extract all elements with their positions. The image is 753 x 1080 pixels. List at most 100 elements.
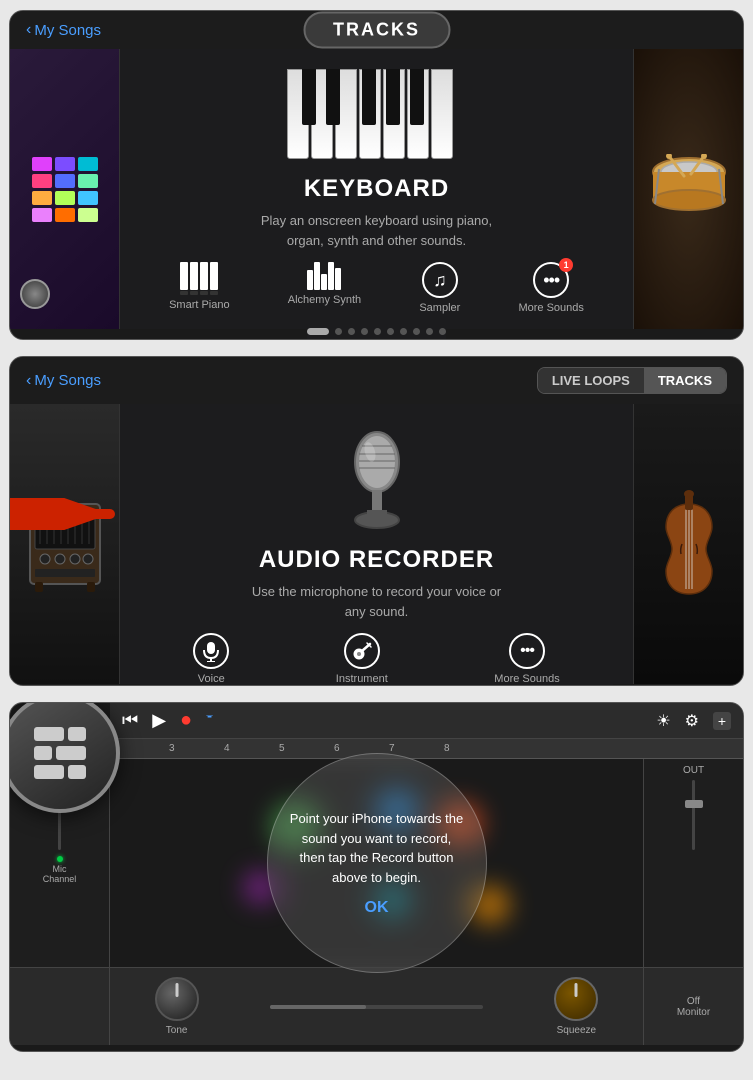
circle-dialog: Point your iPhone towards the sound you …	[268, 789, 486, 937]
dot-10	[439, 328, 446, 335]
dialog-text: Point your iPhone towards the sound you …	[288, 809, 466, 887]
knob-graphic	[20, 279, 50, 309]
play-btn[interactable]: ▶	[152, 710, 166, 731]
dot-1	[307, 328, 329, 335]
bottom-controls: Tone Squeeze OffMonitor	[10, 967, 743, 1045]
panel2-more-sounds-btn[interactable]: ••• More Sounds	[494, 633, 559, 685]
dot-7	[400, 328, 407, 335]
voice-btn[interactable]: Voice	[193, 633, 229, 685]
panel1-content: KEYBOARD Play an onscreen keyboard using…	[10, 49, 743, 329]
chevron-left-icon-2: ‹	[26, 372, 31, 390]
track-bar-long-3	[34, 765, 64, 779]
back-label-1: My Songs	[34, 22, 101, 39]
keyboard-graphic	[287, 69, 467, 159]
panel1-right-thumb[interactable]	[633, 49, 743, 329]
panel-keyboard: ‹ My Songs TRACKS	[9, 10, 744, 340]
panel1-instrument-name: KEYBOARD	[304, 175, 449, 203]
mic-svg	[337, 424, 417, 534]
panel1-center: KEYBOARD Play an onscreen keyboard using…	[120, 49, 633, 329]
black-keys	[287, 69, 424, 125]
more-sounds-btn[interactable]: ••• 1 More Sounds	[518, 262, 583, 314]
ruler-2: 2	[114, 743, 169, 754]
main-track-area: Point your iPhone towards the sound you …	[110, 759, 643, 967]
back-button-1[interactable]: ‹ My Songs	[26, 21, 101, 39]
sampler-icon: ♫	[422, 262, 458, 298]
panel2-right-thumb[interactable]	[633, 404, 743, 684]
tab-live-loops-label: LIVE LOOPS	[552, 373, 630, 388]
bottom-center	[243, 1005, 510, 1009]
tab-tracks[interactable]: TRACKS	[644, 368, 726, 393]
tracks-title-pill: TRACKS	[303, 12, 450, 49]
track-bar-row-2	[34, 746, 86, 760]
badge-count: 1	[559, 258, 573, 272]
voice-label: Voice	[198, 673, 225, 685]
grid-graphic	[32, 157, 98, 222]
track-bar-short	[68, 727, 86, 741]
mic-channel-label: MicChannel	[43, 864, 77, 884]
tracks-main: IN MicChannel Point your iPhone towards …	[10, 759, 743, 967]
sampler-btn[interactable]: ♫ Sampler	[419, 262, 460, 314]
left-thumb-graphic	[10, 49, 119, 329]
back-label-2: My Songs	[34, 372, 101, 389]
panel2-topbar: ‹ My Songs LIVE LOOPS TRACKS	[10, 357, 743, 404]
instrument-label: Instrument	[336, 673, 388, 685]
panel2-more-sounds-label: More Sounds	[494, 673, 559, 685]
alchemy-synth-btn[interactable]: Alchemy Synth	[288, 262, 361, 314]
instrument-btn[interactable]: Instrument	[336, 633, 388, 685]
panel2-more-sounds-icon: •••	[509, 633, 545, 669]
sampler-label: Sampler	[419, 302, 460, 314]
track-bar-short-3	[68, 765, 86, 779]
tab-live-loops[interactable]: LIVE LOOPS	[538, 368, 644, 393]
tone-knob[interactable]	[155, 977, 199, 1021]
tone-ctrl: Tone	[110, 977, 243, 1036]
violin-svg	[654, 489, 724, 599]
dot-5	[374, 328, 381, 335]
smart-piano-btn[interactable]: Smart Piano	[169, 262, 230, 314]
ruler-3: 3	[169, 743, 224, 754]
panel1-bottom-icons: Smart Piano Alchemy Synth ♫	[140, 250, 613, 322]
panel1-instrument-desc: Play an onscreen keyboard using piano, o…	[247, 211, 507, 250]
squeeze-indicator	[575, 983, 578, 997]
panel2-instrument-name: AUDIO RECORDER	[259, 546, 494, 574]
ruler-4: 4	[224, 743, 279, 754]
smart-piano-label: Smart Piano	[169, 299, 230, 311]
metronome-btn[interactable]: 𝄻	[206, 710, 213, 731]
ok-button[interactable]: OK	[288, 899, 466, 917]
panel2-instrument-desc: Use the microphone to record your voice …	[247, 582, 507, 621]
tracks-icon-inner	[34, 727, 86, 779]
ruler-5: 5	[279, 743, 334, 754]
instrument-icon	[344, 633, 380, 669]
settings-btn[interactable]: ⚙	[685, 711, 699, 731]
brightness-btn[interactable]: ☀	[656, 711, 670, 731]
squeeze-knob[interactable]	[554, 977, 598, 1021]
record-btn[interactable]: ●	[180, 709, 192, 732]
voice-icon	[193, 633, 229, 669]
ruler-8: 8	[444, 743, 499, 754]
ruler: 2 3 4 5 6 7 8	[110, 739, 743, 759]
panel2-content: AUDIO RECORDER Use the microphone to rec…	[10, 404, 743, 684]
transport-bar: ⏮ ▶ ● 𝄻 ☀ ⚙ +	[110, 703, 743, 739]
more-sounds-label: More Sounds	[518, 302, 583, 314]
red-arrow	[9, 498, 122, 530]
out-fader-track	[692, 780, 695, 850]
panel2-left-thumb[interactable]	[10, 404, 120, 684]
alchemy-synth-icon	[307, 262, 341, 290]
out-fader-thumb[interactable]	[685, 800, 703, 808]
rewind-btn[interactable]: ⏮	[122, 710, 138, 731]
guitar-icon	[352, 641, 372, 661]
back-button-2[interactable]: ‹ My Songs	[26, 372, 101, 390]
tab-tracks-label: TRACKS	[658, 373, 712, 388]
add-track-btn[interactable]: +	[713, 712, 731, 730]
chevron-left-icon: ‹	[26, 21, 31, 39]
panel1-topbar: ‹ My Songs TRACKS	[10, 11, 743, 49]
tone-label: Tone	[166, 1025, 188, 1036]
monitor-label: OffMonitor	[677, 996, 710, 1018]
bottom-progress-wrap	[270, 1005, 483, 1009]
bottom-left-ctrl	[10, 968, 110, 1045]
squeeze-label: Squeeze	[557, 1025, 596, 1036]
panel1-left-thumb[interactable]	[10, 49, 120, 329]
right-track-sidebar: OUT	[643, 759, 743, 967]
smart-piano-icon	[180, 262, 218, 295]
more-sounds-badge-wrap: ••• 1	[533, 262, 569, 298]
panel1-page-dots	[307, 322, 446, 340]
